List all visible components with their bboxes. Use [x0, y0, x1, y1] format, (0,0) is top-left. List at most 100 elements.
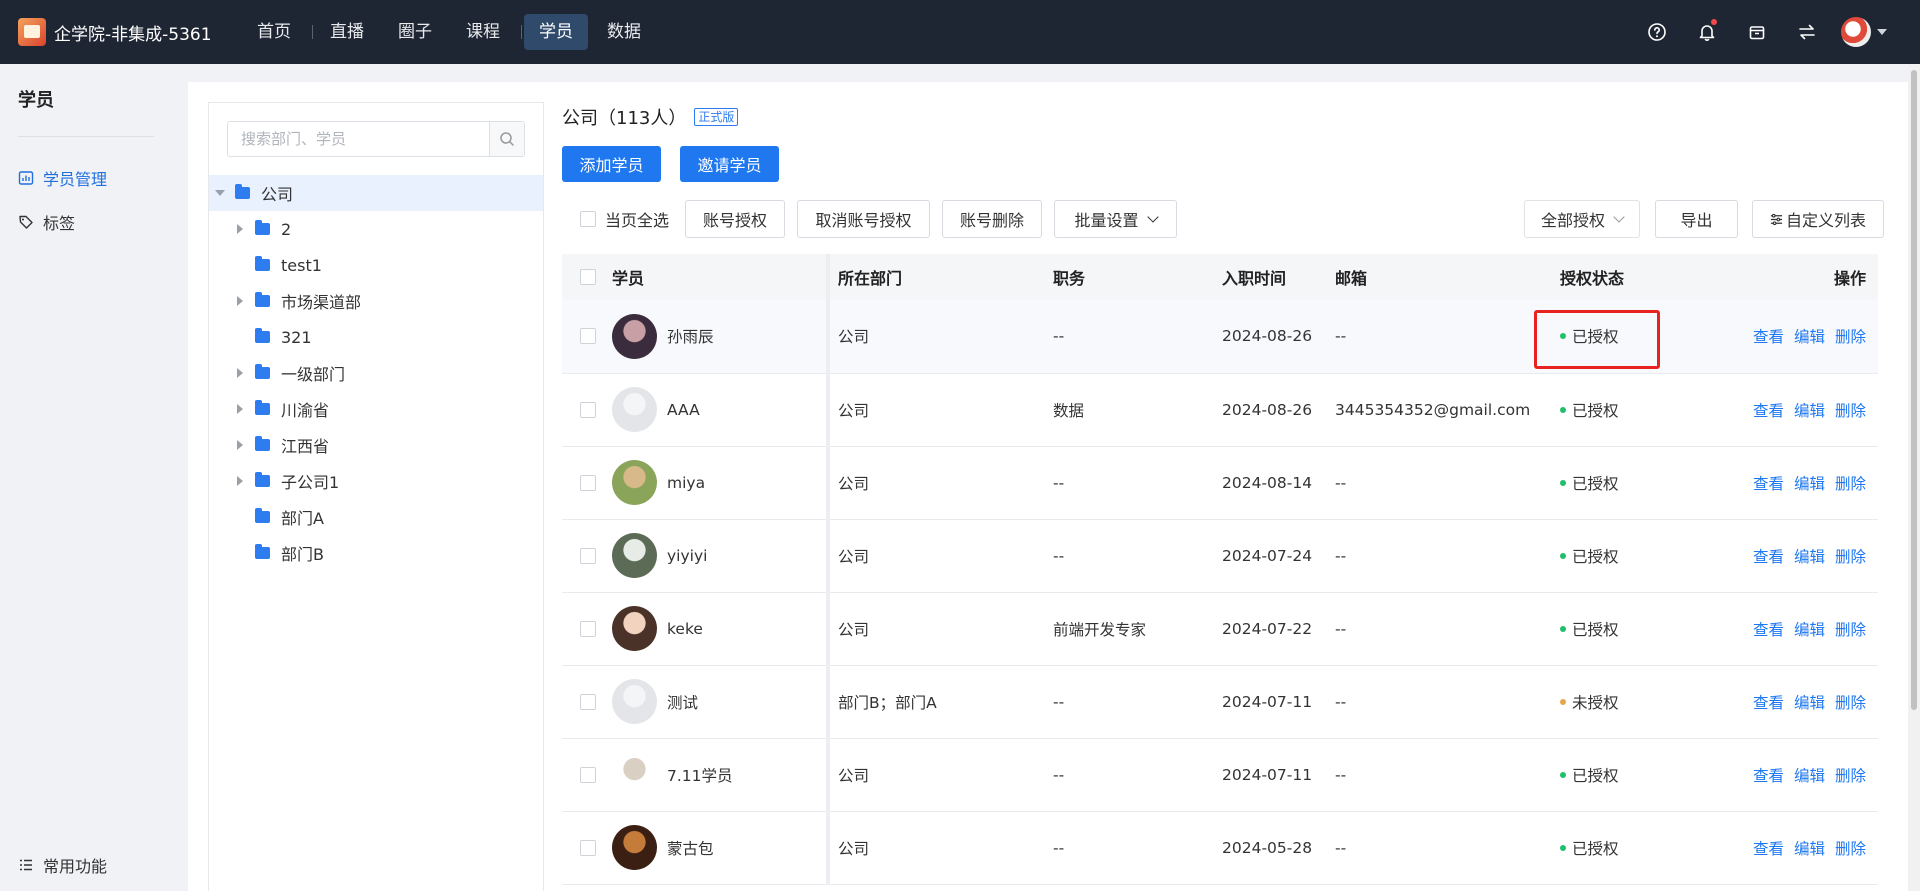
brand[interactable]: 企学院-非集成-5361 — [18, 18, 242, 46]
nav-live[interactable]: 直播 — [315, 14, 379, 50]
tree-node-label: 一级部门 — [281, 365, 346, 384]
nav-course[interactable]: 课程 — [451, 14, 515, 50]
department-cell: 部门B；部门A — [828, 665, 1053, 739]
tree-node[interactable]: 江西省 — [209, 427, 543, 463]
delete-link[interactable]: 删除 — [1835, 548, 1866, 566]
common-functions[interactable]: 常用功能 — [18, 853, 107, 877]
row-checkbox[interactable] — [580, 693, 596, 710]
table-row[interactable]: yiyiyi 公司 -- 2024-07-24 -- 已授权 查看 编辑 删除 — [562, 519, 1878, 593]
row-checkbox[interactable] — [580, 401, 596, 418]
view-link[interactable]: 查看 — [1753, 694, 1784, 712]
help-icon[interactable] — [1632, 0, 1682, 64]
caret-right-icon[interactable] — [233, 474, 247, 488]
view-link[interactable]: 查看 — [1753, 548, 1784, 566]
authorization-filter-select[interactable]: 全部授权 — [1524, 200, 1640, 238]
sidebar-item-student-management[interactable]: 学员管理 — [18, 163, 170, 193]
tree-node[interactable]: 川渝省 — [209, 391, 543, 427]
tree-node-label: 部门A — [281, 509, 324, 528]
view-link[interactable]: 查看 — [1753, 767, 1784, 785]
caret-right-icon[interactable] — [233, 222, 247, 236]
add-student-button[interactable]: 添加学员 — [562, 146, 661, 182]
view-link[interactable]: 查看 — [1753, 840, 1784, 858]
edit-link[interactable]: 编辑 — [1794, 767, 1825, 785]
tree-node[interactable]: 子公司1 — [209, 463, 543, 499]
search-input[interactable] — [228, 122, 489, 156]
nav-circle[interactable]: 圈子 — [383, 14, 447, 50]
edit-link[interactable]: 编辑 — [1794, 840, 1825, 858]
delete-link[interactable]: 删除 — [1835, 767, 1866, 785]
edit-link[interactable]: 编辑 — [1794, 621, 1825, 639]
tree-node[interactable]: 321 — [209, 319, 543, 355]
row-checkbox[interactable] — [580, 474, 596, 491]
delete-link[interactable]: 删除 — [1835, 475, 1866, 493]
batch-settings-dropdown[interactable]: 批量设置 — [1054, 200, 1178, 238]
tree-node[interactable]: 公司 — [209, 175, 543, 211]
edit-link[interactable]: 编辑 — [1794, 328, 1825, 346]
table-row[interactable]: 测试 部门B；部门A -- 2024-07-11 -- 未授权 查看 编辑 删除 — [562, 665, 1878, 739]
caret-right-icon[interactable] — [233, 366, 247, 380]
row-checkbox[interactable] — [580, 620, 596, 637]
student-list: 公司（113人） 正式版 添加学员 邀请学员 当页全选 账号授权 取消账号授权 … — [562, 82, 1884, 891]
chevron-down-icon — [1613, 210, 1625, 223]
user-avatar-menu[interactable] — [1832, 0, 1896, 64]
delete-link[interactable]: 删除 — [1835, 621, 1866, 639]
tree-toggle-spacer — [233, 546, 247, 560]
nav-students[interactable]: 学员 — [524, 14, 588, 50]
row-checkbox[interactable] — [580, 766, 596, 783]
nav-home[interactable]: 首页 — [242, 14, 306, 50]
row-checkbox[interactable] — [580, 328, 596, 345]
department-tree-panel: 公司 2 test1 市场渠道部 321 一级部门川渝省江西省子公司1 部门A 部门B — [208, 102, 544, 891]
tree-node[interactable]: 市场渠道部 — [209, 283, 543, 319]
custom-columns-button[interactable]: 自定义列表 — [1752, 200, 1884, 238]
table-row[interactable]: AAA 公司 数据 2024-08-26 3445354352@gmail.com 已授权… — [562, 373, 1878, 447]
delete-link[interactable]: 删除 — [1835, 840, 1866, 858]
tree-node[interactable]: test1 — [209, 247, 543, 283]
search-button[interactable] — [489, 122, 524, 156]
tree-node[interactable]: 部门A — [209, 499, 543, 535]
view-link[interactable]: 查看 — [1753, 402, 1784, 420]
table-row[interactable]: miya 公司 -- 2024-08-14 -- 已授权 查看 编辑 删除 — [562, 446, 1878, 520]
delete-link[interactable]: 删除 — [1835, 694, 1866, 712]
authorize-account-button[interactable]: 账号授权 — [685, 200, 786, 238]
edit-link[interactable]: 编辑 — [1794, 475, 1825, 493]
row-checkbox-cell — [562, 592, 612, 666]
sidebar-item-tags[interactable]: 标签 — [18, 207, 170, 237]
scrollbar-thumb[interactable] — [1911, 70, 1917, 710]
switch-icon[interactable] — [1782, 0, 1832, 64]
table-row[interactable]: keke 公司 前端开发专家 2024-07-22 -- 已授权 查看 编辑 删除 — [562, 592, 1878, 666]
tree-node[interactable]: 一级部门 — [209, 355, 543, 391]
bell-icon[interactable] — [1682, 0, 1732, 64]
row-checkbox[interactable] — [580, 839, 596, 856]
view-link[interactable]: 查看 — [1753, 621, 1784, 639]
nav-data[interactable]: 数据 — [592, 14, 656, 50]
table-row[interactable]: 蒙古包 公司 -- 2024-05-28 -- 已授权 查看 编辑 删除 — [562, 811, 1878, 885]
view-link[interactable]: 查看 — [1753, 328, 1784, 346]
header-checkbox[interactable] — [580, 269, 596, 285]
page-scrollbar[interactable] — [1908, 64, 1920, 891]
folder-icon — [255, 256, 270, 271]
caret-right-icon[interactable] — [233, 438, 247, 452]
caret-right-icon[interactable] — [233, 294, 247, 308]
delete-link[interactable]: 删除 — [1835, 402, 1866, 420]
table-row[interactable]: 孙雨辰 公司 -- 2024-08-26 -- 已授权 查看 编辑 删除 — [562, 300, 1878, 374]
tree-node[interactable]: 部门B — [209, 535, 543, 571]
student-name: 7.11学员 — [667, 766, 733, 785]
invite-student-button[interactable]: 邀请学员 — [680, 146, 779, 182]
store-icon[interactable] — [1732, 0, 1782, 64]
view-link[interactable]: 查看 — [1753, 475, 1784, 493]
chart-icon — [18, 171, 34, 185]
edit-link[interactable]: 编辑 — [1794, 402, 1825, 420]
position-cell: -- — [1053, 519, 1222, 593]
select-all-checkbox[interactable] — [580, 211, 596, 227]
caret-down-icon[interactable] — [213, 186, 227, 200]
delete-link[interactable]: 删除 — [1835, 328, 1866, 346]
table-row[interactable]: 7.11学员 公司 -- 2024-07-11 -- 已授权 查看 编辑 删除 — [562, 738, 1878, 812]
revoke-authorization-button[interactable]: 取消账号授权 — [797, 200, 931, 238]
row-checkbox[interactable] — [580, 547, 596, 564]
tree-node[interactable]: 2 — [209, 211, 543, 247]
edit-link[interactable]: 编辑 — [1794, 548, 1825, 566]
export-button[interactable]: 导出 — [1655, 200, 1738, 238]
edit-link[interactable]: 编辑 — [1794, 694, 1825, 712]
caret-right-icon[interactable] — [233, 402, 247, 416]
delete-account-button[interactable]: 账号删除 — [942, 200, 1043, 238]
